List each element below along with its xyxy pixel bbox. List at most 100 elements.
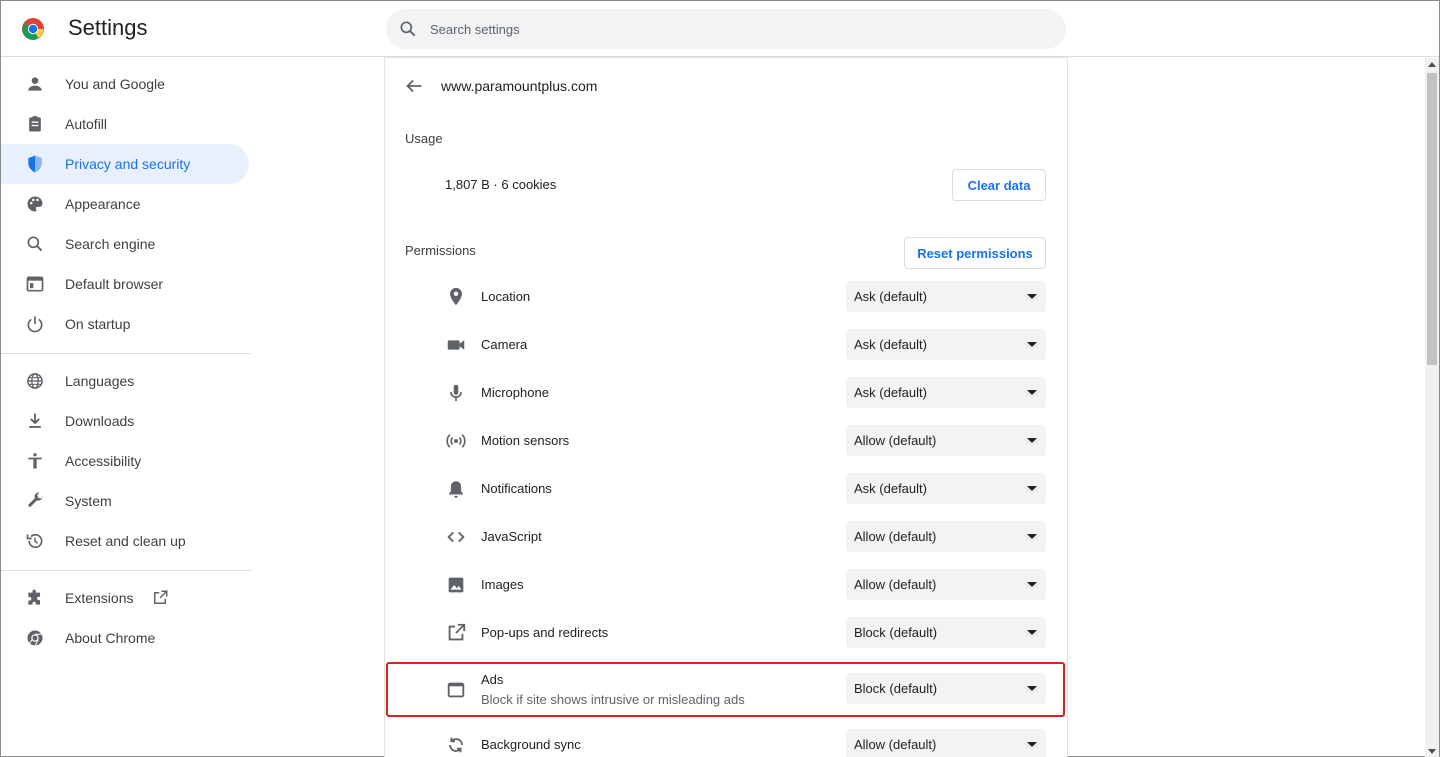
permission-label: Notifications — [481, 481, 552, 496]
permission-select-background-sync[interactable]: Allow (default) — [846, 729, 1046, 757]
permission-sublabel: Block if site shows intrusive or mislead… — [481, 692, 745, 707]
sidebar-item-system[interactable]: System — [1, 481, 249, 521]
permission-select-location[interactable]: Ask (default) — [846, 281, 1046, 312]
back-arrow-icon[interactable] — [403, 75, 425, 97]
dropdown-caret-icon — [1027, 534, 1037, 539]
select-value: Allow (default) — [854, 737, 936, 752]
sidebar-item-label: Autofill — [65, 116, 107, 132]
permission-label: Location — [481, 289, 530, 304]
select-value: Ask (default) — [854, 337, 927, 352]
location-pin-icon — [445, 286, 467, 308]
sidebar-item-label: Privacy and security — [65, 156, 190, 172]
sidebar-item-autofill[interactable]: Autofill — [1, 104, 249, 144]
dropdown-caret-icon — [1027, 438, 1037, 443]
sidebar-item-label: Languages — [65, 373, 134, 389]
scroll-down-arrow-icon[interactable] — [1428, 749, 1436, 754]
header-bar: Settings — [1, 1, 1439, 57]
search-icon — [25, 234, 45, 254]
app-title: Settings — [68, 15, 148, 41]
permission-row-notifications: Notifications Ask (default) — [385, 465, 1067, 513]
select-value: Block (default) — [854, 681, 937, 696]
permission-label: JavaScript — [481, 529, 542, 544]
permission-row-camera: Camera Ask (default) — [385, 321, 1067, 369]
chrome-logo-icon — [21, 17, 45, 41]
permission-select-images[interactable]: Allow (default) — [846, 569, 1046, 600]
permissions-heading: Permissions — [405, 243, 476, 258]
sidebar-item-extensions[interactable]: Extensions — [1, 578, 249, 618]
permission-label: Images — [481, 577, 524, 592]
permission-row-javascript: JavaScript Allow (default) — [385, 513, 1067, 561]
sidebar-item-search-engine[interactable]: Search engine — [1, 224, 249, 264]
usage-heading: Usage — [405, 131, 443, 146]
dropdown-caret-icon — [1027, 294, 1037, 299]
sidebar-item-label: On startup — [65, 316, 130, 332]
restore-icon — [25, 531, 45, 551]
select-value: Allow (default) — [854, 529, 936, 544]
reset-permissions-button[interactable]: Reset permissions — [904, 237, 1046, 269]
sidebar-item-label: System — [65, 493, 112, 509]
permission-select-motion-sensors[interactable]: Allow (default) — [846, 425, 1046, 456]
sidebar-item-label: Default browser — [65, 276, 163, 292]
search-box[interactable] — [386, 9, 1066, 49]
sidebar: You and Google Autofill Privacy and secu… — [1, 58, 253, 757]
sidebar-item-you-and-google[interactable]: You and Google — [1, 64, 249, 104]
sidebar-item-label: Downloads — [65, 413, 134, 429]
sidebar-item-appearance[interactable]: Appearance — [1, 184, 249, 224]
sidebar-item-label: Accessibility — [65, 453, 141, 469]
clipboard-icon — [25, 114, 45, 134]
sidebar-item-reset-and-clean-up[interactable]: Reset and clean up — [1, 521, 249, 561]
sidebar-item-default-browser[interactable]: Default browser — [1, 264, 249, 304]
select-value: Allow (default) — [854, 577, 936, 592]
page-scrollbar[interactable] — [1425, 58, 1439, 757]
permission-select-notifications[interactable]: Ask (default) — [846, 473, 1046, 504]
permission-row-ads: Ads Block if site shows intrusive or mis… — [385, 663, 1067, 719]
chrome-icon — [25, 628, 45, 648]
site-details-panel: www.paramountplus.com Usage 1,807 B · 6 … — [385, 58, 1067, 757]
select-value: Ask (default) — [854, 385, 927, 400]
permission-row-motion-sensors: Motion sensors Allow (default) — [385, 417, 1067, 465]
permission-row-popups: Pop-ups and redirects Block (default) — [385, 609, 1067, 657]
sidebar-item-about-chrome[interactable]: About Chrome — [1, 618, 249, 658]
sidebar-item-privacy-and-security[interactable]: Privacy and security — [1, 144, 249, 184]
sidebar-item-label: Appearance — [65, 196, 141, 212]
image-icon — [445, 574, 467, 596]
dropdown-caret-icon — [1027, 486, 1037, 491]
sidebar-item-label: Search engine — [65, 236, 155, 252]
puzzle-icon — [25, 588, 45, 608]
permission-select-popups[interactable]: Block (default) — [846, 617, 1046, 648]
permission-select-javascript[interactable]: Allow (default) — [846, 521, 1046, 552]
clear-data-button[interactable]: Clear data — [952, 169, 1046, 201]
permission-label: Pop-ups and redirects — [481, 625, 608, 640]
scrollbar-thumb[interactable] — [1427, 73, 1437, 365]
sidebar-item-label: You and Google — [65, 76, 165, 92]
permission-select-microphone[interactable]: Ask (default) — [846, 377, 1046, 408]
download-icon — [25, 411, 45, 431]
sidebar-item-accessibility[interactable]: Accessibility — [1, 441, 249, 481]
permission-label: Ads — [481, 672, 503, 687]
sensors-icon — [445, 430, 467, 452]
dropdown-caret-icon — [1027, 686, 1037, 691]
permission-row-microphone: Microphone Ask (default) — [385, 369, 1067, 417]
permission-row-location: Location Ask (default) — [385, 273, 1067, 321]
search-input[interactable] — [430, 9, 1050, 49]
permission-label: Microphone — [481, 385, 549, 400]
person-icon — [25, 74, 45, 94]
sidebar-item-label: About Chrome — [65, 630, 155, 646]
dropdown-caret-icon — [1027, 342, 1037, 347]
dropdown-caret-icon — [1027, 390, 1037, 395]
sidebar-item-label: Reset and clean up — [65, 533, 186, 549]
permission-select-ads[interactable]: Block (default) — [846, 673, 1046, 704]
permission-label: Motion sensors — [481, 433, 569, 448]
dropdown-caret-icon — [1027, 742, 1037, 747]
microphone-icon — [445, 382, 467, 404]
open-in-new-icon — [445, 622, 467, 644]
sync-icon — [445, 734, 467, 756]
sidebar-item-on-startup[interactable]: On startup — [1, 304, 249, 344]
permission-label: Background sync — [481, 737, 581, 752]
globe-icon — [25, 371, 45, 391]
permission-select-camera[interactable]: Ask (default) — [846, 329, 1046, 360]
camera-icon — [445, 334, 467, 356]
sidebar-item-downloads[interactable]: Downloads — [1, 401, 249, 441]
sidebar-item-languages[interactable]: Languages — [1, 361, 249, 401]
scroll-up-arrow-icon[interactable] — [1428, 62, 1436, 67]
